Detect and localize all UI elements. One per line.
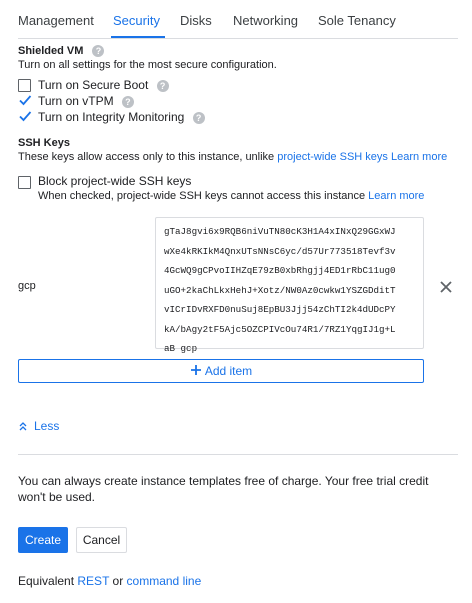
- secure-boot-checkbox[interactable]: [18, 79, 31, 92]
- help-icon[interactable]: ?: [192, 111, 205, 124]
- integrity-monitoring-option: Turn on Integrity Monitoring ?: [38, 110, 205, 124]
- shielded-vm-title: Shielded VM: [18, 45, 84, 57]
- create-button[interactable]: Create: [18, 527, 68, 553]
- tab-sole-tenancy[interactable]: Sole Tenancy: [318, 13, 396, 28]
- ssh-key-line: wXe4kRKIkM4QnxUTsNNsC6yc/d57Ur773518Tevf…: [164, 245, 396, 257]
- project-wide-ssh-keys-link[interactable]: project-wide SSH keys: [277, 151, 388, 163]
- help-icon[interactable]: ?: [92, 45, 105, 58]
- add-item-label: Add item: [204, 364, 253, 378]
- equivalent-prefix: Equivalent: [18, 574, 75, 588]
- ssh-key-line: vICrIDvRXFD0nuSuj8EpBU3Jjj54zChTI2k4dUDc…: [164, 304, 396, 315]
- help-icon[interactable]: ?: [121, 95, 134, 108]
- ssh-key-line: kA/bAgy2tF5Ajc5OZCPIVcOu74R1/7RZ1YqgIJ1g…: [164, 323, 396, 335]
- shielded-vm-description: Turn on all settings for the most secure…: [18, 59, 277, 71]
- shielded-vm-section: Shielded VM ?: [18, 45, 105, 58]
- block-description-text: When checked, project-wide SSH keys cann…: [38, 190, 366, 202]
- tab-management[interactable]: Management: [18, 13, 94, 28]
- rest-link[interactable]: REST: [77, 574, 109, 588]
- remove-key-button[interactable]: [438, 279, 454, 295]
- add-item-button[interactable]: Add item: [18, 359, 424, 383]
- free-trial-note-line: won't be used.: [18, 490, 96, 504]
- double-chevron-up-icon: [19, 422, 27, 431]
- vtpm-option: Turn on vTPM ?: [38, 94, 134, 108]
- ssh-keys-description: These keys allow access only to this ins…: [18, 151, 447, 163]
- block-learn-more-link[interactable]: Learn more: [368, 190, 424, 202]
- close-icon: [440, 281, 452, 293]
- ssh-keys-description-text: These keys allow access only to this ins…: [18, 151, 278, 163]
- tab-security[interactable]: Security: [113, 13, 160, 28]
- ssh-keys-title: SSH Keys: [18, 137, 70, 149]
- ssh-key-line: uGO+2kaChLkxHehJ+Xotz/NW0Az0cwkw1YSZGDdi…: [164, 284, 396, 296]
- ssh-key-line: gTaJ8gvi6x9RQB6niVuTN80cK3H1A4xINxQ29GGx…: [164, 226, 396, 237]
- ssh-key-line: aB gcp: [164, 343, 198, 354]
- integrity-monitoring-checkbox[interactable]: [18, 109, 32, 123]
- tab-disks[interactable]: Disks: [180, 13, 212, 28]
- equivalent-links: Equivalent REST or command line: [18, 574, 201, 588]
- checkmark-icon: [19, 111, 32, 122]
- plus-icon: [190, 365, 201, 375]
- secure-boot-option: Turn on Secure Boot ?: [38, 78, 169, 92]
- equivalent-or: or: [112, 574, 124, 588]
- ssh-key-username: gcp: [18, 280, 36, 292]
- vtpm-label: Turn on vTPM: [38, 94, 114, 108]
- integrity-monitoring-label: Turn on Integrity Monitoring: [38, 110, 185, 124]
- free-trial-note-line: You can always create instance templates…: [18, 474, 429, 488]
- checkmark-icon: [19, 95, 32, 106]
- vtpm-checkbox[interactable]: [18, 93, 32, 107]
- secure-boot-label: Turn on Secure Boot: [38, 78, 149, 92]
- block-project-ssh-label: Block project-wide SSH keys: [38, 174, 192, 188]
- ssh-key-line: 4GcWQ9gCPvoIIHZqE79zB0xbRhgjj4ED1rRbC11u…: [164, 265, 396, 276]
- tab-networking[interactable]: Networking: [233, 13, 298, 28]
- less-toggle[interactable]: Less: [18, 419, 59, 433]
- block-project-ssh-description: When checked, project-wide SSH keys cann…: [38, 190, 424, 202]
- less-label: Less: [34, 419, 60, 433]
- help-icon[interactable]: ?: [156, 79, 169, 92]
- section-divider: [18, 454, 458, 455]
- ssh-key-textarea[interactable]: gTaJ8gvi6x9RQB6niVuTN80cK3H1A4xINxQ29GGx…: [155, 217, 424, 354]
- block-project-ssh-checkbox[interactable]: [18, 176, 31, 189]
- command-line-link[interactable]: command line: [127, 574, 202, 588]
- learn-more-link[interactable]: Learn more: [391, 151, 447, 163]
- free-trial-note: You can always create instance templates…: [18, 473, 428, 505]
- cancel-button[interactable]: Cancel: [76, 527, 127, 553]
- tab-divider: [18, 38, 458, 39]
